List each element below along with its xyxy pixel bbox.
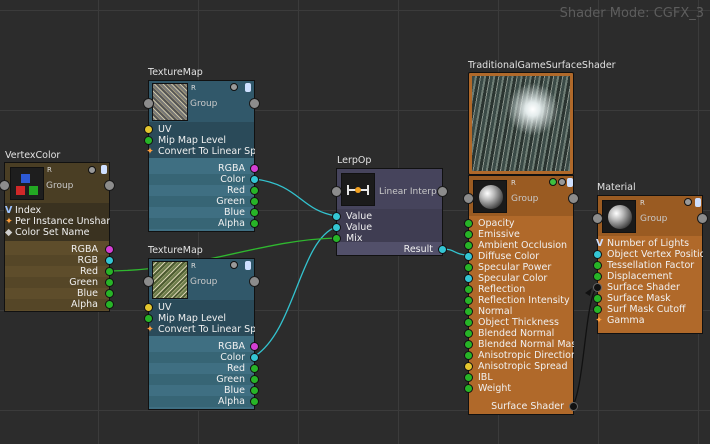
- lerp-op-out-result[interactable]: Result: [337, 244, 447, 255]
- refresh-icon[interactable]: [684, 198, 692, 206]
- texture-map-2-output-port[interactable]: [249, 276, 260, 287]
- texture-map-1-node[interactable]: R Group UV Mip Map Level ✦ Convert To Lin…: [143, 80, 260, 232]
- material-sphere: [602, 200, 636, 233]
- info-icon[interactable]: [245, 83, 251, 92]
- material-in-gamma[interactable]: ✦ Gamma: [595, 315, 702, 326]
- vertex-color-title: VertexColor: [5, 150, 61, 161]
- vertex-color-out-red[interactable]: Red: [5, 266, 114, 277]
- texture-map-2-title: TextureMap: [148, 245, 203, 256]
- texture-map-2-out-red[interactable]: Red: [149, 363, 259, 374]
- refresh-icon[interactable]: [549, 178, 557, 186]
- surface-shader-preview: [468, 72, 574, 175]
- vertex-color-out-alpha[interactable]: Alpha: [5, 299, 114, 310]
- texture-map-1-output-port[interactable]: [249, 98, 260, 109]
- surface-shader-in-opacity[interactable]: Opacity: [464, 218, 573, 229]
- texture-map-2-out-blue[interactable]: Blue: [149, 385, 259, 396]
- vertex-color-out-rgb[interactable]: RGB: [5, 255, 114, 266]
- texture-map-2-node[interactable]: R Group UV Mip Map Level ✦ Convert To Lin…: [143, 258, 260, 410]
- material-in-surface-shader[interactable]: Surface Shader: [593, 282, 702, 293]
- surface-shader-in-blended-normal-mask[interactable]: Blended Normal Mask: [464, 339, 574, 350]
- surface-shader-in-blended-normal[interactable]: Blended Normal: [464, 328, 573, 339]
- texture-map-1-param-linear[interactable]: ✦Convert To Linear Space: [146, 146, 255, 157]
- surface-shader-in-object-thickness[interactable]: Object Thickness: [464, 317, 573, 328]
- vertex-color-out-green[interactable]: Green: [5, 277, 114, 288]
- surface-shader-in-ibl[interactable]: IBL: [464, 372, 573, 383]
- vertex-color-swatch: [10, 167, 44, 200]
- surface-shader-in-anisotropic-spread[interactable]: Anisotropic Spread: [464, 361, 573, 372]
- surface-shader-in-normal[interactable]: Normal: [464, 306, 573, 317]
- refresh-icon[interactable]: [230, 261, 238, 269]
- surface-shader-in-reflection[interactable]: Reflection: [464, 284, 573, 295]
- info-icon[interactable]: [101, 165, 107, 174]
- vertex-color-out-rgba[interactable]: RGBA: [5, 244, 114, 255]
- surface-shader-in-reflection-intensity[interactable]: Reflection Intensity: [464, 295, 573, 306]
- surface-shader-node[interactable]: R Group Opacity Emissive Ambient Occlusi…: [463, 175, 579, 415]
- lerp-op-node[interactable]: Linear Interpolation Value Value Mix Res…: [331, 168, 448, 256]
- material-in-object-vertex-position[interactable]: Object Vertex Position: [593, 249, 703, 260]
- info-icon[interactable]: [567, 178, 573, 187]
- texture-map-2-param-uv[interactable]: UV: [144, 302, 254, 313]
- texture-map-2-param-linear[interactable]: ✦Convert To Linear Space: [146, 324, 255, 335]
- lerp-op-output-port[interactable]: [437, 186, 448, 197]
- texture-map-1-param-uv[interactable]: UV: [144, 124, 254, 135]
- refresh-icon[interactable]: [558, 178, 566, 186]
- texture-map-1-out-color[interactable]: Color: [149, 174, 259, 185]
- texture-map-1-title: TextureMap: [148, 67, 203, 78]
- material-output-port[interactable]: [697, 213, 708, 224]
- surface-shader-sphere: [473, 180, 507, 213]
- texture-map-2-input-port[interactable]: [143, 276, 154, 287]
- surface-shader-in-specular-color[interactable]: Specular Color: [464, 273, 573, 284]
- lerp-icon: [341, 173, 375, 206]
- material-node[interactable]: R Group V Number of Lights Object Vertex …: [592, 195, 708, 334]
- refresh-icon[interactable]: [88, 166, 96, 174]
- lerp-op-title: LerpOp: [337, 155, 372, 166]
- texture-map-1-thumbnail: [152, 83, 188, 121]
- material-in-surface-mask[interactable]: Surface Mask: [593, 293, 702, 304]
- texture-map-1-out-rgba[interactable]: RGBA: [149, 163, 259, 174]
- shader-mode-label: Shader Mode: CGFX_3: [559, 6, 704, 21]
- texture-map-1-out-red[interactable]: Red: [149, 185, 259, 196]
- surface-shader-title: TraditionalGameSurfaceShader: [468, 60, 616, 71]
- material-input-port[interactable]: [592, 213, 603, 224]
- texture-map-2-param-mip[interactable]: Mip Map Level: [144, 313, 254, 324]
- surface-shader-in-weight[interactable]: Weight: [464, 383, 573, 394]
- info-icon[interactable]: [245, 261, 251, 270]
- vertex-color-node[interactable]: R Group VIndex ✦Per Instance Unshared ◆C…: [0, 162, 115, 312]
- texture-map-1-param-mip[interactable]: Mip Map Level: [144, 135, 254, 146]
- surface-shader-in-anisotropic-direction[interactable]: Anisotropic Direction: [464, 350, 574, 361]
- texture-map-2-out-color[interactable]: Color: [149, 352, 259, 363]
- lerp-op-in-value-1[interactable]: Value: [332, 211, 442, 222]
- surface-shader-out-surface-shader[interactable]: Surface Shader: [469, 401, 578, 412]
- texture-map-1-out-green[interactable]: Green: [149, 196, 259, 207]
- vertex-color-output-port[interactable]: [104, 180, 115, 191]
- surface-shader-input-port[interactable]: [463, 193, 474, 204]
- material-in-surf-mask-cutoff[interactable]: Surf Mask Cutoff: [593, 304, 702, 315]
- material-in-number-of-lights[interactable]: V Number of Lights: [596, 238, 702, 249]
- info-icon[interactable]: [695, 198, 701, 207]
- surface-shader-in-ambient-occlusion[interactable]: Ambient Occlusion: [464, 240, 573, 251]
- vertex-color-out-blue[interactable]: Blue: [5, 288, 114, 299]
- surface-shader-output-port[interactable]: [568, 193, 579, 204]
- lerp-op-in-mix[interactable]: Mix: [332, 233, 442, 244]
- lerp-op-input-port[interactable]: [331, 186, 342, 197]
- lerp-op-in-value-2[interactable]: Value: [332, 222, 442, 233]
- texture-map-2-out-alpha[interactable]: Alpha: [149, 396, 259, 407]
- texture-map-1-out-alpha[interactable]: Alpha: [149, 218, 259, 229]
- vertex-color-param-per-instance[interactable]: ✦Per Instance Unshared: [5, 216, 110, 227]
- surface-shader-in-emissive[interactable]: Emissive: [464, 229, 573, 240]
- refresh-icon[interactable]: [230, 83, 238, 91]
- material-in-displacement[interactable]: Displacement: [593, 271, 702, 282]
- vertex-color-param-index[interactable]: V Index: [5, 205, 109, 216]
- texture-map-1-input-port[interactable]: [143, 98, 154, 109]
- material-title: Material: [597, 182, 636, 193]
- texture-map-1-out-blue[interactable]: Blue: [149, 207, 259, 218]
- surface-shader-in-diffuse-color[interactable]: Diffuse Color: [464, 251, 573, 262]
- texture-map-2-thumbnail: [152, 261, 188, 299]
- vertex-color-param-color-set[interactable]: ◆ Color Set Name: [5, 227, 109, 238]
- texture-map-2-out-rgba[interactable]: RGBA: [149, 341, 259, 352]
- surface-shader-in-specular-power[interactable]: Specular Power: [464, 262, 573, 273]
- material-in-tessellation-factor[interactable]: Tessellation Factor: [593, 260, 702, 271]
- texture-map-2-out-green[interactable]: Green: [149, 374, 259, 385]
